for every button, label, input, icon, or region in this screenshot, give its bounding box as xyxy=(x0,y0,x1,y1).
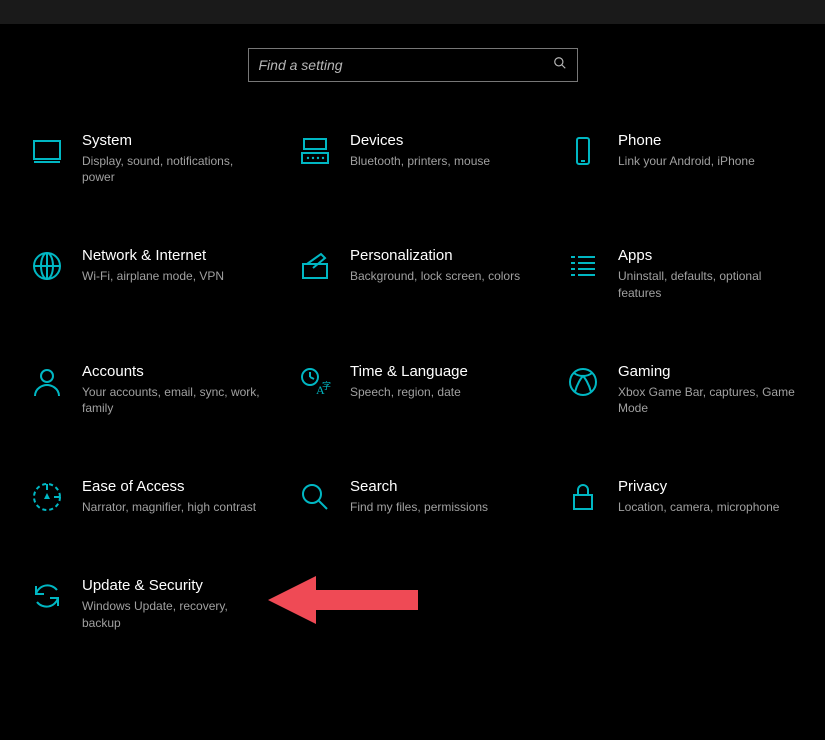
xbox-icon xyxy=(566,365,600,399)
system-icon xyxy=(30,134,64,168)
category-text: Apps Uninstall, defaults, optional featu… xyxy=(618,247,798,300)
category-search[interactable]: Search Find my files, permissions xyxy=(298,478,558,515)
category-desc: Windows Update, recovery, backup xyxy=(82,598,262,630)
category-accounts[interactable]: Accounts Your accounts, email, sync, wor… xyxy=(30,363,290,416)
category-ease[interactable]: Ease of Access Narrator, magnifier, high… xyxy=(30,478,290,515)
ease-of-access-icon xyxy=(30,480,64,514)
time-language-icon: A 字 xyxy=(298,365,332,399)
settings-home: System Display, sound, notifications, po… xyxy=(0,24,825,631)
apps-icon xyxy=(566,249,600,283)
category-title: Update & Security xyxy=(82,577,262,594)
search-input[interactable] xyxy=(259,57,553,73)
search-icon xyxy=(553,56,567,75)
category-text: Gaming Xbox Game Bar, captures, Game Mod… xyxy=(618,363,798,416)
category-title: Personalization xyxy=(350,247,520,264)
category-desc: Uninstall, defaults, optional features xyxy=(618,268,798,300)
category-title: Phone xyxy=(618,132,755,149)
category-title: Ease of Access xyxy=(82,478,256,495)
category-desc: Location, camera, microphone xyxy=(618,499,779,515)
category-title: Gaming xyxy=(618,363,798,380)
category-text: Privacy Location, camera, microphone xyxy=(618,478,779,515)
category-title: Network & Internet xyxy=(82,247,224,264)
category-desc: Xbox Game Bar, captures, Game Mode xyxy=(618,384,798,416)
category-text: Personalization Background, lock screen,… xyxy=(350,247,520,284)
category-title: Time & Language xyxy=(350,363,468,380)
devices-icon xyxy=(298,134,332,168)
category-apps[interactable]: Apps Uninstall, defaults, optional featu… xyxy=(566,247,825,300)
category-gaming[interactable]: Gaming Xbox Game Bar, captures, Game Mod… xyxy=(566,363,825,416)
category-desc: Speech, region, date xyxy=(350,384,468,400)
globe-icon xyxy=(30,249,64,283)
category-title: Apps xyxy=(618,247,798,264)
category-text: Phone Link your Android, iPhone xyxy=(618,132,755,169)
category-network[interactable]: Network & Internet Wi-Fi, airplane mode,… xyxy=(30,247,290,300)
category-text: Time & Language Speech, region, date xyxy=(350,363,468,400)
update-icon xyxy=(30,579,64,613)
category-title: System xyxy=(82,132,262,149)
person-icon xyxy=(30,365,64,399)
category-text: Accounts Your accounts, email, sync, wor… xyxy=(82,363,262,416)
category-desc: Narrator, magnifier, high contrast xyxy=(82,499,256,515)
category-system[interactable]: System Display, sound, notifications, po… xyxy=(30,132,290,185)
category-phone[interactable]: Phone Link your Android, iPhone xyxy=(566,132,825,185)
category-title: Accounts xyxy=(82,363,262,380)
category-title: Search xyxy=(350,478,488,495)
search-box[interactable] xyxy=(248,48,578,82)
category-text: Ease of Access Narrator, magnifier, high… xyxy=(82,478,256,515)
category-devices[interactable]: Devices Bluetooth, printers, mouse xyxy=(298,132,558,185)
category-text: Network & Internet Wi-Fi, airplane mode,… xyxy=(82,247,224,284)
category-desc: Display, sound, notifications, power xyxy=(82,153,262,185)
title-bar xyxy=(0,0,825,24)
category-update-security[interactable]: Update & Security Windows Update, recove… xyxy=(30,577,290,630)
category-privacy[interactable]: Privacy Location, camera, microphone xyxy=(566,478,825,515)
category-desc: Background, lock screen, colors xyxy=(350,268,520,284)
svg-text:字: 字 xyxy=(322,380,331,391)
category-desc: Your accounts, email, sync, work, family xyxy=(82,384,262,416)
magnifier-icon xyxy=(298,480,332,514)
category-grid: System Display, sound, notifications, po… xyxy=(0,132,825,631)
category-title: Privacy xyxy=(618,478,779,495)
category-desc: Bluetooth, printers, mouse xyxy=(350,153,490,169)
category-time[interactable]: A 字 Time & Language Speech, region, date xyxy=(298,363,558,416)
paintbrush-icon xyxy=(298,249,332,283)
category-personalization[interactable]: Personalization Background, lock screen,… xyxy=(298,247,558,300)
category-desc: Link your Android, iPhone xyxy=(618,153,755,169)
category-text: Search Find my files, permissions xyxy=(350,478,488,515)
search-row xyxy=(0,48,825,82)
phone-icon xyxy=(566,134,600,168)
category-title: Devices xyxy=(350,132,490,149)
category-text: System Display, sound, notifications, po… xyxy=(82,132,262,185)
category-text: Devices Bluetooth, printers, mouse xyxy=(350,132,490,169)
category-desc: Find my files, permissions xyxy=(350,499,488,515)
category-desc: Wi-Fi, airplane mode, VPN xyxy=(82,268,224,284)
lock-icon xyxy=(566,480,600,514)
category-text: Update & Security Windows Update, recove… xyxy=(82,577,262,630)
